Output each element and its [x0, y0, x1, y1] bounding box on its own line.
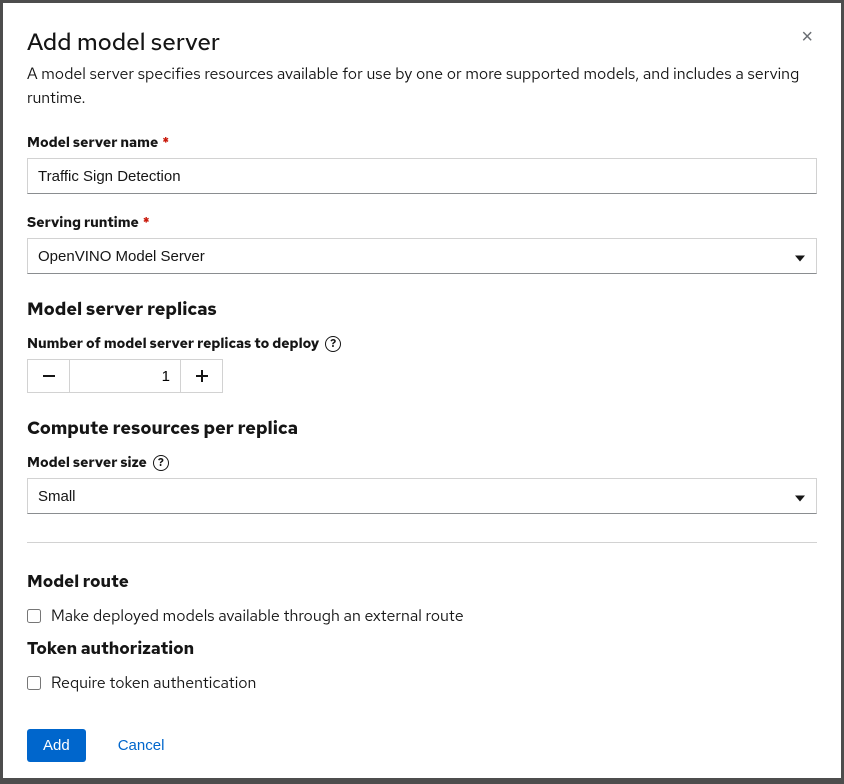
serving-runtime-select-wrapper: OpenVINO Model Server: [27, 238, 817, 274]
section-divider: [27, 542, 817, 543]
server-name-input[interactable]: [27, 158, 817, 194]
server-name-group: Model server name*: [27, 134, 817, 194]
replicas-section-title: Model server replicas: [27, 298, 817, 321]
compute-section-title: Compute resources per replica: [27, 417, 817, 440]
minus-icon: [43, 375, 55, 377]
server-name-label: Model server name*: [27, 134, 817, 152]
external-route-label[interactable]: Make deployed models available through a…: [51, 605, 464, 626]
serving-runtime-group: Serving runtime* OpenVINO Model Server: [27, 214, 817, 274]
token-auth-checkbox[interactable]: [27, 676, 41, 690]
server-size-select[interactable]: Small: [27, 478, 817, 514]
server-size-select-wrapper: Small: [27, 478, 817, 514]
token-auth-row: Require token authentication: [27, 672, 817, 693]
help-icon[interactable]: ?: [325, 336, 341, 352]
help-icon[interactable]: ?: [153, 455, 169, 471]
server-size-label: Model server size: [27, 454, 147, 472]
external-route-checkbox[interactable]: [27, 609, 41, 623]
replicas-label: Number of model server replicas to deplo…: [27, 335, 319, 353]
stepper-plus-button[interactable]: [180, 360, 222, 392]
add-model-server-modal: Add model server × A model server specif…: [3, 3, 841, 778]
external-route-row: Make deployed models available through a…: [27, 605, 817, 626]
plus-icon: [196, 370, 208, 382]
token-section-title: Token authorization: [27, 638, 817, 660]
close-button[interactable]: ×: [797, 27, 817, 47]
token-auth-label[interactable]: Require token authentication: [51, 672, 256, 693]
required-indicator: *: [143, 214, 150, 232]
server-size-label-row: Model server size ?: [27, 454, 817, 472]
serving-runtime-select[interactable]: OpenVINO Model Server: [27, 238, 817, 274]
cancel-button[interactable]: Cancel: [102, 729, 181, 762]
replicas-input[interactable]: [70, 360, 180, 392]
route-section-title: Model route: [27, 571, 817, 593]
replicas-label-row: Number of model server replicas to deplo…: [27, 335, 817, 353]
modal-footer: Add Cancel: [27, 729, 817, 762]
modal-title: Add model server: [27, 27, 220, 58]
required-indicator: *: [162, 134, 169, 152]
replicas-group: Number of model server replicas to deplo…: [27, 335, 817, 393]
modal-header: Add model server ×: [27, 27, 817, 58]
server-size-group: Model server size ? Small: [27, 454, 817, 514]
modal-description: A model server specifies resources avail…: [27, 62, 817, 110]
close-icon: ×: [801, 26, 813, 48]
stepper-minus-button[interactable]: [28, 360, 70, 392]
replicas-stepper: [27, 359, 223, 393]
add-button[interactable]: Add: [27, 729, 86, 762]
serving-runtime-label: Serving runtime*: [27, 214, 817, 232]
